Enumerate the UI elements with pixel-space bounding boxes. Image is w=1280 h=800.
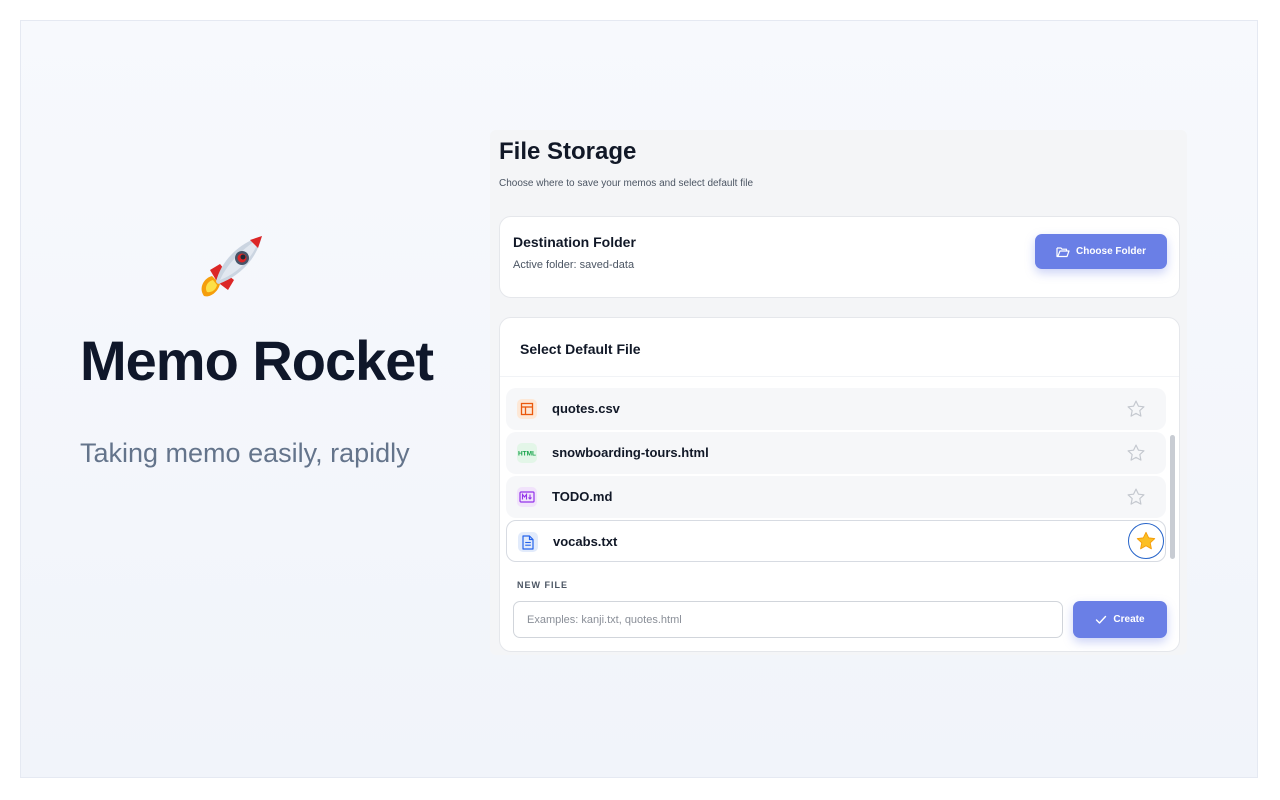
choose-folder-label: Choose Folder	[1075, 246, 1146, 257]
choose-folder-button[interactable]: Choose Folder	[1035, 234, 1167, 269]
check-icon	[1096, 615, 1107, 624]
file-storage-panel: File Storage Choose where to save your m…	[490, 130, 1187, 655]
markdown-icon	[517, 487, 537, 507]
destination-folder-card: Destination Folder Active folder: saved-…	[499, 216, 1180, 298]
html-icon: HTML	[517, 443, 537, 463]
file-row-vocabs-txt[interactable]: vocabs.txt	[506, 520, 1166, 562]
active-folder-text: Active folder: saved-data	[513, 259, 635, 271]
star-icon[interactable]	[1124, 441, 1148, 465]
new-file-input[interactable]	[513, 601, 1063, 638]
file-row-snowboarding-tours-html[interactable]: HTML snowboarding-tours.html	[506, 432, 1166, 474]
panel-subtitle: Choose where to save your memos and sele…	[499, 178, 754, 189]
file-list-scrollbar[interactable]	[1170, 435, 1175, 559]
file-name: vocabs.txt	[553, 534, 618, 549]
star-icon[interactable]	[1124, 485, 1148, 509]
file-name: quotes.csv	[552, 401, 620, 416]
file-row-todo-md[interactable]: TODO.md	[506, 476, 1166, 518]
panel-title: File Storage	[499, 138, 637, 165]
destination-folder-title: Destination Folder	[513, 234, 636, 250]
divider	[500, 376, 1179, 377]
default-file-card: Select Default File quotes.csv HTML snow…	[499, 317, 1180, 652]
file-name: snowboarding-tours.html	[552, 445, 709, 460]
folder-open-icon	[1056, 246, 1070, 257]
table-icon	[517, 399, 537, 419]
rocket-icon	[201, 236, 262, 297]
file-row-quotes-csv[interactable]: quotes.csv	[506, 388, 1166, 430]
app-title: Memo Rocket	[80, 329, 434, 392]
tagline: Taking memo easily, rapidly	[80, 438, 410, 468]
create-button[interactable]: Create	[1073, 601, 1167, 638]
star-icon[interactable]	[1124, 397, 1148, 421]
default-file-title: Select Default File	[520, 341, 641, 357]
file-name: TODO.md	[552, 489, 613, 504]
new-file-label: NEW FILE	[517, 580, 568, 590]
svg-text:HTML: HTML	[518, 451, 536, 458]
star-filled-icon[interactable]	[1128, 523, 1164, 559]
text-file-icon	[518, 532, 538, 552]
create-label: Create	[1113, 614, 1145, 625]
